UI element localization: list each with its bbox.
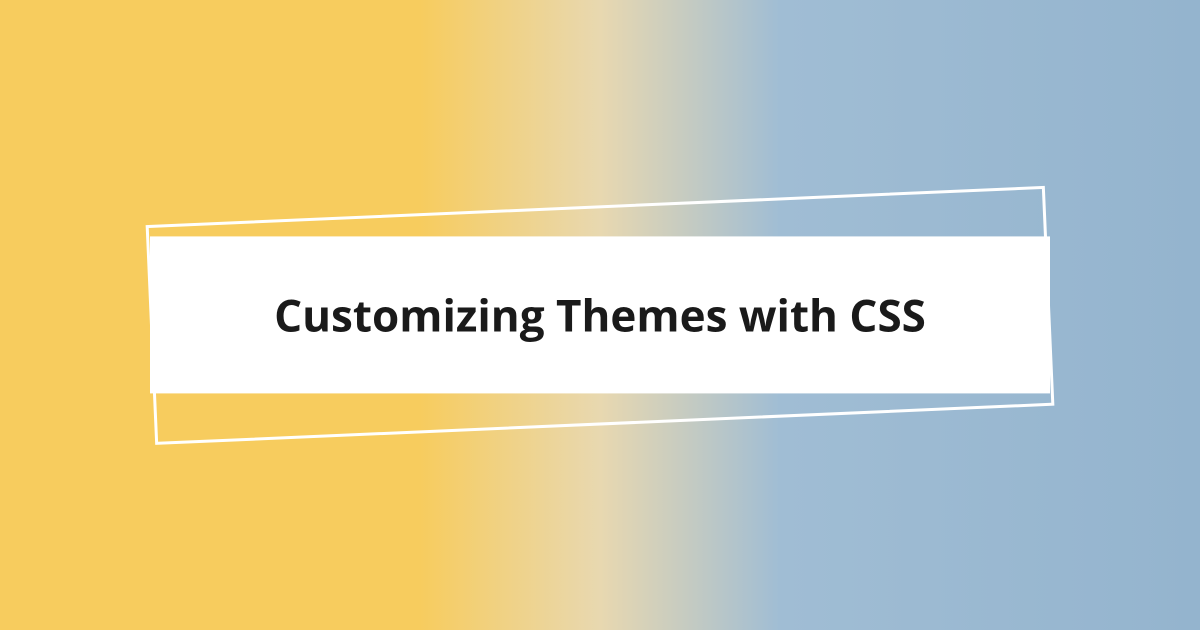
page-title: Customizing Themes with CSS (230, 286, 970, 343)
hero-container: Customizing Themes with CSS (150, 236, 1050, 393)
title-card: Customizing Themes with CSS (150, 236, 1050, 393)
